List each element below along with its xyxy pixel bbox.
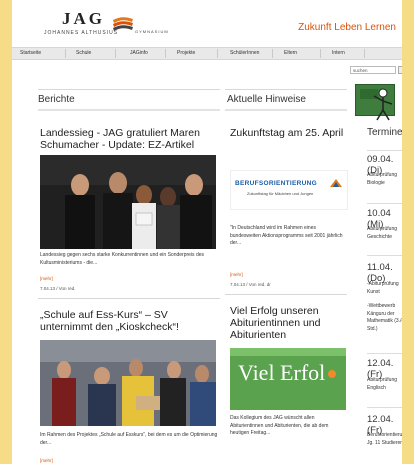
divider xyxy=(367,407,402,408)
article-title[interactable]: „Schule auf Ess-Kurs“ – SV unternimmt de… xyxy=(40,309,216,333)
article-title[interactable]: Landessieg - JAG gratuliert Maren Schuma… xyxy=(40,127,216,151)
termin-text[interactable]: Abiturprüfung Englisch xyxy=(367,377,402,392)
nav-item-projekte[interactable]: Projekte xyxy=(177,49,195,58)
nav-item-jaginfo[interactable]: JAGinfo xyxy=(130,49,148,58)
hinweis-meta: 7.04.13 / Von red. dr xyxy=(230,282,271,287)
hinweis-title[interactable]: Zukunftstag am 25. April xyxy=(230,127,348,139)
divider xyxy=(367,255,402,256)
banner-title: BERUFSORIENTIERUNG xyxy=(235,180,317,187)
nav-divider xyxy=(320,49,321,58)
main-nav: Startseite Schule JAGinfo Projekte Schül… xyxy=(12,47,402,60)
hinweis-photo[interactable]: Viel Erfol xyxy=(230,348,346,410)
nav-divider xyxy=(272,49,273,58)
divider xyxy=(225,109,347,111)
article-photo[interactable] xyxy=(40,340,216,426)
site-header: JAG JOHANNES ALTHUSIUS GYMNASIUM Zukunft… xyxy=(12,0,402,44)
more-link[interactable]: [mehr] xyxy=(230,272,243,277)
logo-subtitle: JOHANNES ALTHUSIUS xyxy=(44,30,119,36)
article-excerpt: Im Rahmen des Projektes „Schule auf Essk… xyxy=(40,432,218,446)
nav-item-schuelerinnen[interactable]: SchülerInnen xyxy=(230,49,259,58)
divider xyxy=(225,89,347,90)
divider xyxy=(225,294,347,295)
nav-divider xyxy=(115,49,116,58)
article-meta: 7.04.13 / Von red. xyxy=(40,286,76,291)
termin-text[interactable]: -Wettbewerb Känguru der Mathematik (3./4… xyxy=(367,303,402,333)
more-link[interactable]: [mehr] xyxy=(40,276,53,281)
berufsorientierung-banner[interactable]: BERUFSORIENTIERUNG Zukunftstag für Mädch… xyxy=(230,170,348,210)
article-photo[interactable] xyxy=(40,155,216,249)
site-tagline: Zukunft Leben Lernen xyxy=(298,22,396,33)
hinweis-excerpt: "In Deutschland wird im Rahmen eines bun… xyxy=(230,225,343,246)
nav-item-intern[interactable]: Intern xyxy=(332,49,345,58)
divider xyxy=(38,298,220,299)
termin-text[interactable]: Abiturprüfung Geschichte xyxy=(367,226,402,241)
divider xyxy=(367,203,402,204)
nav-item-schule[interactable]: Schule xyxy=(76,49,91,58)
divider xyxy=(38,89,220,90)
termin-text[interactable]: Berufsorientierung Jg. 11 Studieren im xyxy=(367,432,402,447)
berichte-heading: Berichte xyxy=(38,94,75,105)
hinweis-excerpt: Das Kollegium des JAG wünscht allen Abit… xyxy=(230,415,329,436)
nav-divider xyxy=(65,49,66,58)
hinweis-title[interactable]: Viel Erfolg unseren Abiturientinnen und … xyxy=(230,305,348,341)
divider xyxy=(367,353,402,354)
termine-heading: Termine xyxy=(367,127,402,138)
search-input[interactable]: suchen xyxy=(350,66,396,74)
logo-jag[interactable]: JAG xyxy=(62,9,105,29)
page: JAG JOHANNES ALTHUSIUS GYMNASIUM Zukunft… xyxy=(12,0,402,464)
divider xyxy=(38,109,220,111)
nav-divider xyxy=(217,49,218,58)
more-link[interactable]: [mehr] xyxy=(40,458,53,463)
search-button[interactable] xyxy=(398,66,402,74)
nav-divider xyxy=(165,49,166,58)
hinweise-heading: Aktuelle Hinweise xyxy=(227,94,306,105)
nav-item-startseite[interactable]: Startseite xyxy=(20,49,41,58)
stick-figure-icon xyxy=(373,88,393,121)
chalk-text: Viel Erfol xyxy=(238,360,325,385)
divider xyxy=(367,150,402,151)
termin-text[interactable]: Abiturprüfung Biologie xyxy=(367,172,402,187)
termin-text[interactable]: -Abiturprüfung Kunst xyxy=(367,281,402,296)
logo-gymnasium: GYMNASIUM xyxy=(135,29,169,34)
nav-item-eltern[interactable]: Eltern xyxy=(284,49,297,58)
article-excerpt: Landessieg gegen sechs starke Konkurrent… xyxy=(40,252,204,266)
banner-logo-icon xyxy=(330,179,342,187)
banner-subtitle: Zukunftstag für Mädchen und Jungen xyxy=(247,191,314,196)
nav-divider xyxy=(364,49,365,58)
